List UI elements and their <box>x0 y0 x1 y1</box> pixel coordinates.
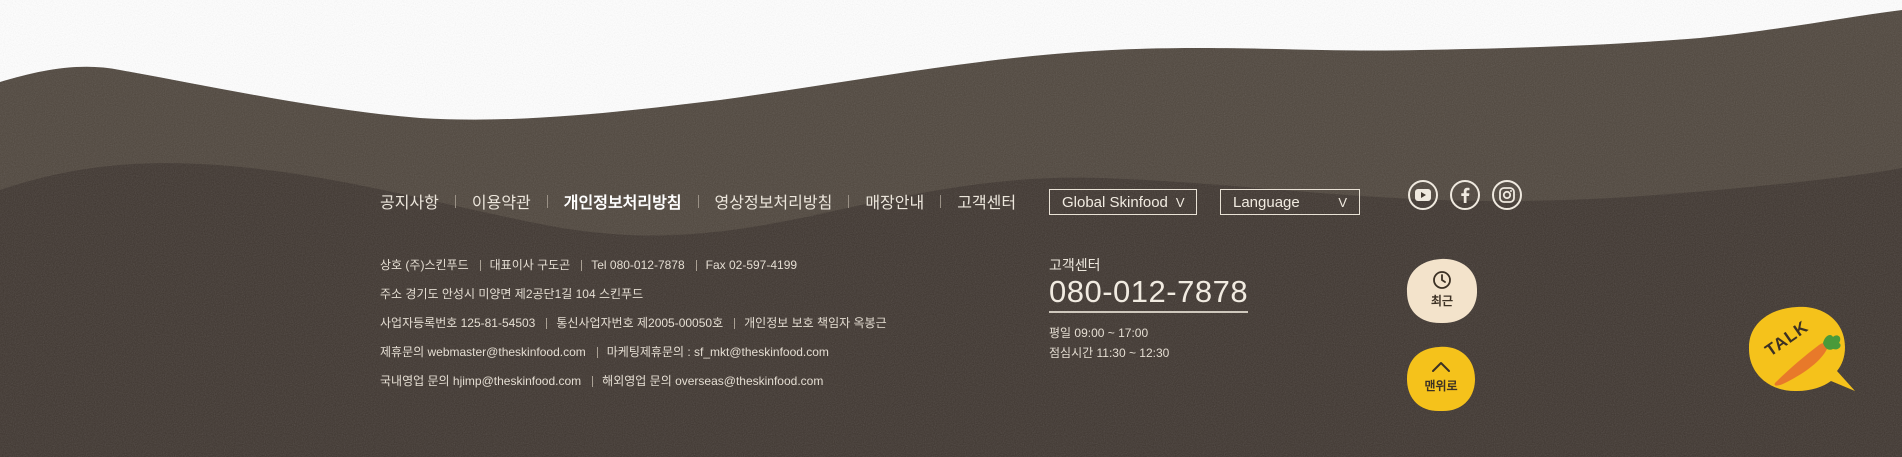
partnership-email: 제휴문의 webmaster@theskinfood.com <box>380 345 586 359</box>
nav-divider <box>940 194 942 208</box>
info-divider <box>581 260 583 272</box>
instagram-icon[interactable] <box>1492 180 1522 210</box>
nav-notice[interactable]: 공지사항 <box>380 189 439 213</box>
info-row: 상호 (주)스킨푸드 대표이사 구도곤 Tel 080-012-7878 Fax 02… <box>380 257 887 286</box>
company-info: 상호 (주)스킨푸드 대표이사 구도곤 Tel 080-012-7878 Fax 02… <box>380 257 887 402</box>
nav-customer-center[interactable]: 고객센터 <box>957 189 1016 213</box>
info-divider <box>596 347 598 359</box>
recent-label: 최근 <box>1430 293 1454 308</box>
nav-terms[interactable]: 이용약관 <box>472 189 531 213</box>
customer-center-phone[interactable]: 080-012-7878 <box>1049 274 1249 313</box>
info-divider <box>479 260 481 272</box>
language-select[interactable]: Language V <box>1220 189 1360 215</box>
overseas-sales-email: 해외영업 문의 overseas@theskinfood.com <box>602 374 824 388</box>
language-label: Language <box>1233 193 1300 211</box>
facebook-icon[interactable] <box>1450 180 1480 210</box>
nav-divider <box>848 194 850 208</box>
nav-divider <box>454 194 456 208</box>
nav-video-policy[interactable]: 영상정보처리방침 <box>715 189 833 213</box>
clock-icon <box>1433 270 1451 289</box>
tel: Tel 080-012-7878 <box>591 258 685 272</box>
chevron-up-icon <box>1432 361 1450 372</box>
address: 주소 경기도 안성시 미양면 제2공단1길 104 스킨푸드 <box>380 287 644 301</box>
global-skinfood-select[interactable]: Global Skinfood V <box>1049 189 1197 215</box>
info-divider <box>695 260 697 272</box>
info-row: 국내영업 문의 hjimp@theskinfood.com 해외영업 문의 ove… <box>380 373 887 402</box>
lunch-hours: 점심시간 11:30 ~ 12:30 <box>1049 346 1170 360</box>
recent-button[interactable]: 최근 <box>1405 257 1479 325</box>
nav-store-locator[interactable]: 매장안내 <box>865 189 924 213</box>
weekday-hours: 평일 09:00 ~ 17:00 <box>1049 326 1149 340</box>
business-number: 사업자등록번호 125-81-54503 <box>380 316 536 330</box>
youtube-icon[interactable] <box>1408 180 1438 210</box>
nav-divider <box>697 194 699 208</box>
info-divider <box>734 318 736 330</box>
ceo: 대표이사 구도곤 <box>489 258 571 272</box>
footer-nav: 공지사항 이용약관 개인정보처리방침 영상정보처리방침 매장안내 고객센터 <box>380 188 1016 214</box>
privacy-officer: 개인정보 보호 책임자 옥봉근 <box>744 316 887 330</box>
marketing-email: 마케팅제휴문의 : sf_mkt@theskinfood.com <box>606 345 829 359</box>
company-name: 상호 (주)스킨푸드 <box>380 258 469 272</box>
info-row: 주소 경기도 안성시 미양면 제2공단1길 104 스킨푸드 <box>380 286 887 315</box>
chevron-down-icon: V <box>1338 194 1347 210</box>
telecom-number: 통신사업자번호 제2005-00050호 <box>556 316 724 330</box>
info-divider <box>546 318 548 330</box>
nav-privacy-policy[interactable]: 개인정보처리방침 <box>564 189 682 213</box>
chevron-down-icon: V <box>1175 194 1185 210</box>
customer-center-hours: 평일 09:00 ~ 17:00 점심시간 11:30 ~ 12:30 <box>1049 323 1169 363</box>
nav-divider <box>546 194 548 208</box>
fax: Fax 02-597-4199 <box>705 258 798 272</box>
customer-center-title: 고객센터 <box>1049 257 1101 273</box>
info-row: 사업자등록번호 125-81-54503 통신사업자번호 제2005-00050호… <box>380 315 887 344</box>
global-skinfood-label: Global Skinfood <box>1062 193 1168 211</box>
info-row: 제휴문의 webmaster@theskinfood.com 마케팅제휴문의 : … <box>380 344 887 373</box>
domestic-sales-email: 국내영업 문의 hjimp@theskinfood.com <box>380 374 582 388</box>
footer-background <box>0 0 1902 457</box>
info-divider <box>592 376 594 388</box>
back-to-top-button[interactable]: 맨위로 <box>1405 345 1477 413</box>
top-label: 맨위로 <box>1424 378 1458 393</box>
talk-chat-button[interactable]: TALK <box>1745 303 1857 399</box>
